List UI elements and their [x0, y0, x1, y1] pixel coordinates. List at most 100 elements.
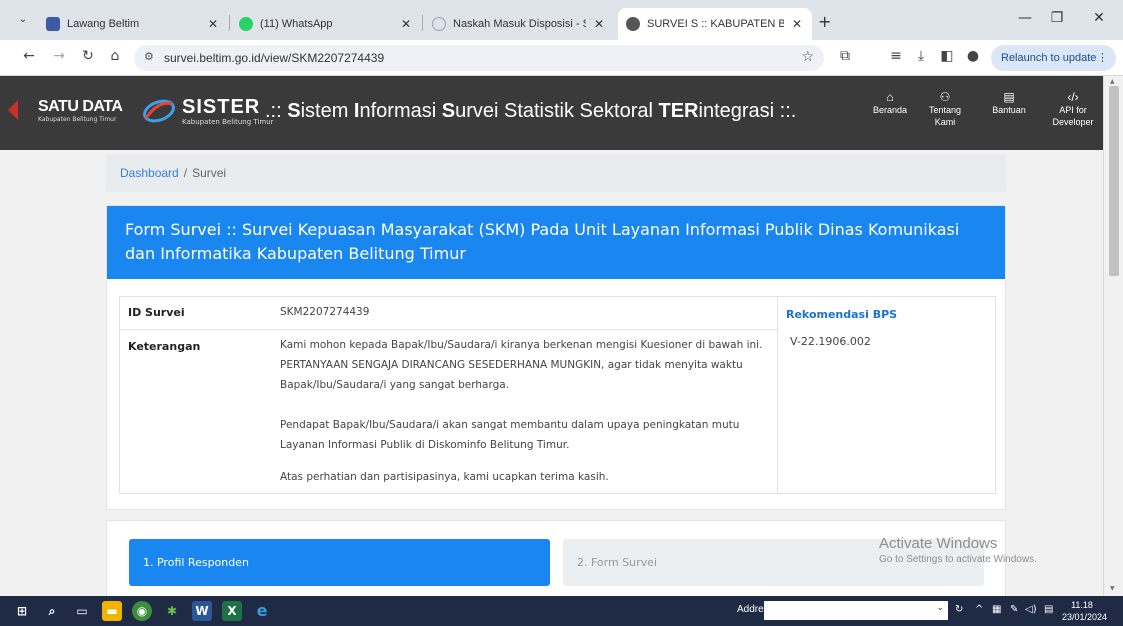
file-explorer-icon[interactable]: ▬ — [102, 601, 122, 621]
tab-title: Naskah Masuk Disposisi - SRIKA — [453, 18, 586, 30]
url-text: survei.beltim.go.id/view/SKM2207274439 — [164, 51, 385, 65]
windows-start-icon[interactable]: ⊞ — [12, 601, 32, 621]
task-view-icon[interactable]: ▭ — [72, 601, 92, 621]
activate-windows-watermark: Activate Windows Go to Settings to activ… — [879, 535, 1037, 565]
reading-list-icon[interactable]: ≡ — [887, 48, 905, 64]
minimize-icon[interactable]: — — [1016, 10, 1034, 26]
nav-label: Tentang Kami — [928, 105, 962, 127]
excel-icon[interactable]: X — [222, 601, 242, 621]
close-tab-icon[interactable]: ✕ — [790, 17, 804, 31]
tab-title: Lawang Beltim — [67, 18, 140, 30]
nav-tentang-kami[interactable]: ⚇ Tentang Kami — [928, 91, 962, 128]
browser-toolbar: ← → ↻ ⌂ ⚙ survei.beltim.go.id/view/SKM22… — [0, 40, 1123, 76]
profile-icon[interactable]: ● — [964, 48, 982, 64]
title-part: urvei Statistik Sektoral — [455, 100, 659, 122]
refresh-icon[interactable]: ↻ — [955, 604, 963, 615]
extensions-icon[interactable]: ⧉ — [836, 48, 854, 64]
word-icon[interactable]: W — [192, 601, 212, 621]
tab-title: (11) WhatsApp — [260, 18, 333, 30]
satu-data-text: SATU DATA — [38, 98, 123, 115]
address-toolbar-input[interactable]: ⌄ — [764, 601, 948, 620]
tray-chevron-up-icon[interactable]: ^ — [975, 604, 983, 615]
sister-swoosh-icon — [143, 99, 175, 123]
page-scrollbar[interactable]: ▲ ▼ — [1103, 76, 1123, 596]
nav-beranda[interactable]: ⌂ Beranda — [868, 91, 912, 116]
new-tab-icon[interactable]: + — [818, 12, 831, 31]
more-menu-icon[interactable]: ⋮ — [1097, 45, 1108, 71]
title-part: nformasi — [359, 100, 442, 122]
title-part: S — [441, 100, 456, 122]
chrome-icon[interactable]: ◉ — [132, 601, 152, 621]
pen-icon[interactable]: ✎ — [1010, 604, 1018, 615]
browser-tab-active[interactable]: SURVEI S :: KABUPATEN BELITUNG ✕ — [618, 8, 812, 40]
notification-icon[interactable]: ▤ — [1044, 604, 1053, 615]
rekomendasi-bps-box: Rekomendasi BPS V-22.1906.002 — [777, 296, 996, 494]
volume-icon[interactable]: ◁) — [1025, 604, 1037, 615]
title-part: integrasi ::. — [698, 100, 797, 122]
nav-bantuan[interactable]: ▤ Bantuan — [988, 91, 1030, 116]
watermark-line2: Go to Settings to activate Windows. — [879, 554, 1037, 565]
back-icon[interactable]: ← — [20, 48, 38, 64]
browser-tab[interactable]: (11) WhatsApp ✕ — [231, 8, 421, 40]
tab-separator — [422, 15, 423, 31]
tab-title: SURVEI S :: KABUPATEN BELITUNG — [647, 18, 784, 30]
watermark-line1: Activate Windows — [879, 535, 998, 552]
site-info-icon[interactable]: ⚙ — [144, 50, 154, 63]
app-icon[interactable]: ✱ — [162, 601, 182, 621]
title-part: .:: — [265, 100, 288, 122]
close-tab-icon[interactable]: ✕ — [592, 17, 606, 31]
clock-time: 11.18 — [1071, 600, 1093, 610]
network-icon[interactable]: ▦ — [992, 604, 1001, 615]
breadcrumb-dashboard-link[interactable]: Dashboard — [120, 166, 179, 180]
restore-icon[interactable]: ❐ — [1048, 10, 1066, 26]
page-favicon-icon — [432, 17, 446, 31]
windows-taskbar: ⊞ ⌕ ▭ ▬ ◉ ✱ W X e Address ⌄ ↻ ^ ▦ ✎ ◁) ▤… — [0, 596, 1123, 626]
keterangan-paragraph: Atas perhatian dan partisipasinya, kami … — [280, 471, 609, 483]
dropdown-icon[interactable]: ⌄ — [936, 603, 944, 613]
form-steps-card: 1. Profil Responden 2. Form Survei — [106, 520, 1006, 598]
tab-search-chevron-icon[interactable]: ⌄ — [14, 11, 32, 29]
title-part: TER — [658, 100, 699, 122]
forward-icon[interactable]: → — [50, 48, 68, 64]
reload-icon[interactable]: ↻ — [79, 48, 97, 64]
search-icon[interactable]: ⌕ — [42, 601, 62, 621]
nav-label: Beranda — [872, 105, 908, 115]
keterangan-paragraph: Pendapat Bapak/Ibu/Saudara/i akan sangat… — [280, 419, 740, 451]
nav-label: Bantuan — [992, 105, 1026, 115]
bookmark-star-icon[interactable]: ☆ — [801, 49, 814, 65]
id-survei-label: ID Survei — [128, 306, 185, 319]
browser-tab-strip: ⌄ Lawang Beltim ✕ (11) WhatsApp ✕ Naskah… — [0, 0, 1123, 40]
close-tab-icon[interactable]: ✕ — [399, 17, 413, 31]
nav-api-developer[interactable]: ‹/› API for Developer — [1044, 91, 1102, 128]
survey-info-table: ID Survei SKM2207274439 Keterangan Kami … — [119, 296, 778, 494]
nav-label: API for Developer — [1052, 105, 1094, 127]
globe-favicon-icon — [626, 17, 640, 31]
scroll-down-icon[interactable]: ▼ — [1110, 585, 1115, 592]
step-profil-responden[interactable]: 1. Profil Responden — [129, 539, 550, 586]
rekomendasi-value: V-22.1906.002 — [790, 335, 871, 348]
browser-tab[interactable]: Lawang Beltim ✕ — [38, 8, 228, 40]
relaunch-label: Relaunch to update — [1001, 52, 1097, 64]
id-survei-value: SKM2207274439 — [280, 306, 370, 318]
survey-info-card: Form Survei :: Survei Kepuasan Masyaraka… — [106, 205, 1006, 510]
edge-icon[interactable]: e — [252, 601, 272, 621]
scroll-up-icon[interactable]: ▲ — [1110, 78, 1115, 85]
window-close-icon[interactable]: ✕ — [1090, 10, 1108, 26]
relaunch-button[interactable]: Relaunch to update ⋮ — [991, 45, 1116, 71]
code-icon: ‹/› — [1067, 90, 1079, 104]
title-part: istem — [300, 100, 354, 122]
keterangan-paragraph: Kami mohon kepada Bapak/Ibu/Saudara/i ki… — [280, 339, 763, 391]
taskbar-clock[interactable]: 11.18 23/01/2024 — [1062, 599, 1108, 623]
clock-date: 23/01/2024 — [1062, 612, 1108, 622]
flag-icon — [8, 100, 18, 120]
form-title: Form Survei :: Survei Kepuasan Masyaraka… — [107, 206, 1005, 279]
scrollbar-thumb[interactable] — [1109, 86, 1119, 276]
close-tab-icon[interactable]: ✕ — [206, 17, 220, 31]
sister-text: SISTER — [182, 96, 261, 118]
home-icon[interactable]: ⌂ — [106, 48, 124, 64]
address-bar[interactable]: ⚙ survei.beltim.go.id/view/SKM2207274439… — [134, 45, 824, 71]
sidebar-icon[interactable]: ◧ — [938, 48, 956, 64]
browser-tab[interactable]: Naskah Masuk Disposisi - SRIKA ✕ — [424, 8, 614, 40]
satu-data-subtext: Kabupaten Belitung Timur — [38, 116, 117, 123]
download-icon[interactable]: ⤓ — [912, 48, 930, 64]
